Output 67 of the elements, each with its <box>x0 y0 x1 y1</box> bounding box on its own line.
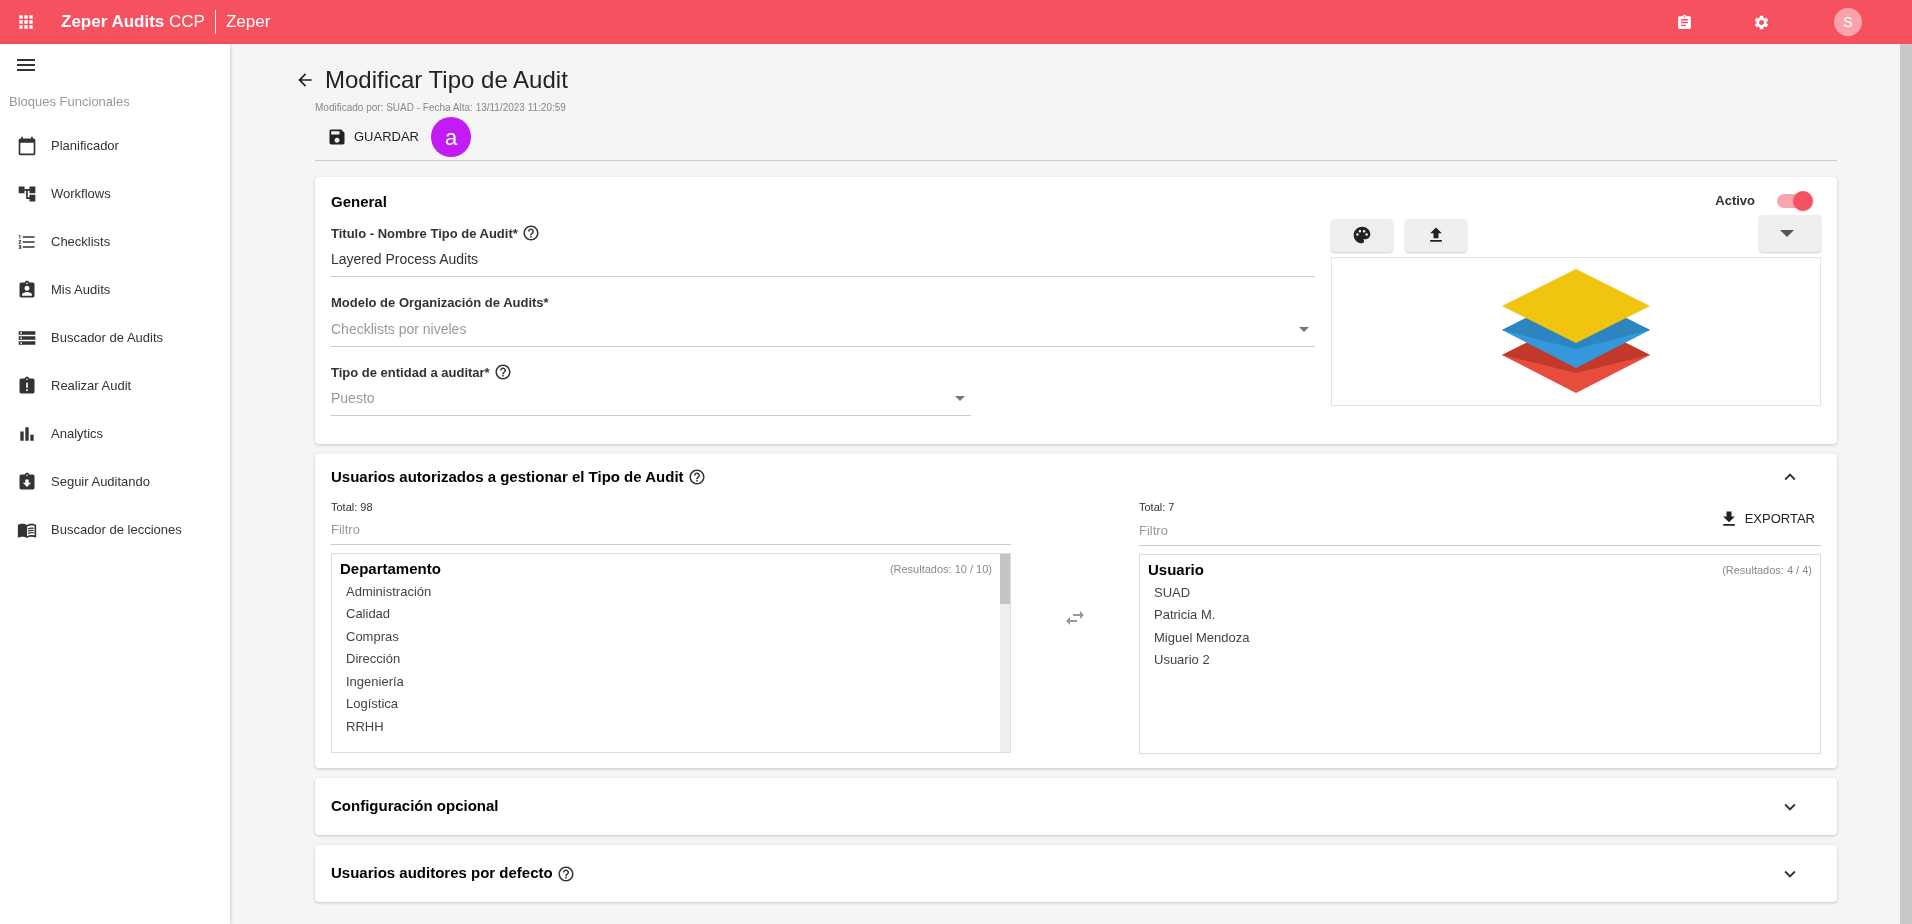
dropdown-caret-icon <box>1299 326 1309 332</box>
list-item[interactable]: Miguel Mendoza <box>1148 626 1812 649</box>
sidebar-item[interactable]: Buscador de Audits <box>0 313 230 362</box>
help-icon[interactable] <box>556 864 575 883</box>
sidebar-item[interactable]: Workflows <box>0 169 230 218</box>
dropdown-caret-icon <box>1780 229 1794 237</box>
list-item[interactable]: Calidad <box>340 603 992 626</box>
save-icon <box>327 127 347 147</box>
list-heading: Usuario <box>1148 560 1204 580</box>
page-title: Modificar Tipo de Audit <box>325 65 568 95</box>
field-label: Titulo - Nombre Tipo de Audit* <box>331 224 518 243</box>
clipboard-download-icon <box>17 471 37 492</box>
sidebar-item[interactable]: Seguir Auditando <box>0 457 230 506</box>
dropdown-caret-icon <box>955 396 965 401</box>
field-label: Tipo de entidad a auditar* <box>331 363 490 382</box>
card-title: Usuarios auditores por defecto <box>331 863 553 884</box>
card-title: General <box>331 192 388 212</box>
collapsible-card[interactable]: Configuración opcional <box>315 778 1837 835</box>
badge: a <box>431 117 471 157</box>
list-item[interactable]: Dirección <box>340 648 992 671</box>
active-label: Activo <box>1715 192 1755 210</box>
list-item[interactable]: Logística <box>340 693 992 716</box>
page-scrollbar[interactable] <box>1900 44 1912 924</box>
card-title: Configuración opcional <box>331 796 499 817</box>
scrollbar[interactable] <box>1000 554 1010 752</box>
field-label: Modelo de Organización de Audits* <box>331 294 549 312</box>
save-button[interactable]: GUARDAR <box>315 119 431 155</box>
list-item[interactable]: SUAD <box>1148 581 1812 604</box>
palette-icon <box>1352 225 1372 245</box>
contact-card-icon <box>17 279 37 300</box>
sidebar-item[interactable]: Planificador <box>0 121 230 170</box>
upload-button[interactable] <box>1405 218 1467 252</box>
list-item[interactable]: Compras <box>340 625 992 648</box>
calendar-icon <box>17 135 37 156</box>
list-item[interactable]: RRHH <box>340 715 992 738</box>
total-count: Total: 98 <box>331 499 374 515</box>
collapsible-card[interactable]: Usuarios auditores por defecto <box>315 845 1837 902</box>
list-item[interactable]: Administración <box>340 580 992 603</box>
list-heading: Departamento <box>340 559 441 579</box>
total-count: Total: 7 <box>1139 499 1176 515</box>
card-title: Usuarios autorizados a gestionar el Tipo de Audit <box>331 467 684 487</box>
sidebar-item[interactable]: Checklists <box>0 217 230 266</box>
filter-field[interactable]: Filtro <box>331 515 1011 545</box>
filter-field[interactable]: Filtro <box>1139 515 1713 545</box>
company-name: Zeper <box>225 11 271 34</box>
list-item[interactable]: Ingeniería <box>340 670 992 693</box>
sidebar-item[interactable]: Analytics <box>0 409 230 458</box>
app-title: Zeper Audits CCP <box>61 11 205 34</box>
help-icon[interactable] <box>687 468 706 487</box>
export-button[interactable]: EXPORTAR <box>1712 503 1821 534</box>
results-count: (Resultados: 10 / 10) <box>889 562 992 577</box>
settings-icon[interactable] <box>1753 13 1770 31</box>
page-subtitle: Modificado por: SUAD - Fecha Alta: 13/11/2023 11:20:59 <box>315 101 567 115</box>
results-count: (Resultados: 4 / 4) <box>1722 563 1812 578</box>
input-field[interactable]: Layered Process Audits <box>331 243 1315 277</box>
list-item[interactable]: Patricia M. <box>1148 604 1812 627</box>
list-item[interactable]: Usuario 2 <box>1148 649 1812 672</box>
sidebar-item[interactable]: Realizar Audit <box>0 361 230 410</box>
help-icon[interactable] <box>521 224 540 243</box>
active-toggle[interactable] <box>1777 193 1811 208</box>
apps-grid-icon[interactable] <box>16 12 36 32</box>
palette-button[interactable] <box>1331 218 1393 252</box>
clipboard-alert-icon <box>17 375 37 396</box>
sidebar-item[interactable]: Buscador de lecciones <box>0 505 230 554</box>
sidebar-item[interactable]: Mis Audits <box>0 265 230 314</box>
clipboard-icon[interactable] <box>1676 13 1693 31</box>
section-label: Bloques Funcionales <box>9 93 131 111</box>
